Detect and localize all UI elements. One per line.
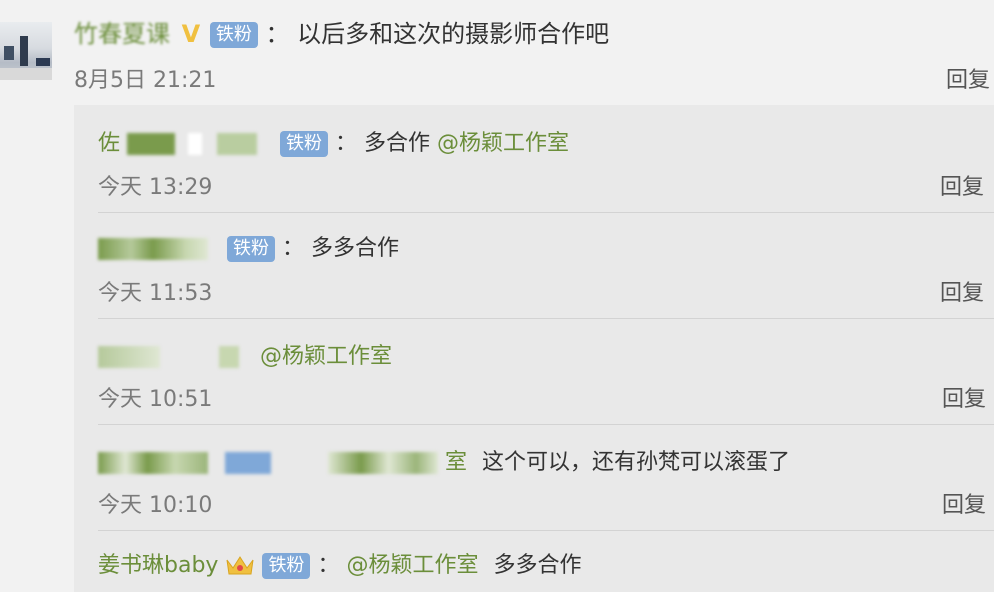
fan-badge: 铁粉	[280, 131, 329, 157]
blurred-name	[98, 452, 208, 474]
main-reply-button[interactable]: 回复	[946, 62, 990, 94]
mention-link[interactable]: @杨颖工作室	[346, 553, 478, 578]
separator: ：	[265, 20, 290, 48]
reply-text-1: 多合作	[364, 131, 431, 156]
reply-button-2[interactable]: 回复	[940, 275, 984, 307]
divider	[98, 318, 994, 319]
mention-link[interactable]: 室	[445, 450, 467, 475]
reply-text-5: 多多合作	[493, 553, 582, 578]
reply-author-1[interactable]: 佐	[98, 131, 120, 156]
blurred-name	[217, 133, 258, 155]
main-comment-line: 竹春夏课 V 铁粉 ： 以后多和这次的摄影师合作吧	[74, 14, 609, 49]
blurred-name	[225, 452, 271, 474]
reply-time-1: 今天 13:29	[98, 175, 213, 200]
reply-line-1: 佐 铁粉 ： 多合作 @杨颖工作室	[98, 125, 569, 157]
separator: ：	[282, 236, 305, 261]
blurred-name	[98, 238, 208, 260]
reply-button-4[interactable]: 回复	[942, 487, 986, 519]
blurred-name	[127, 133, 176, 155]
blurred-name	[188, 133, 203, 155]
reply-button-3[interactable]: 回复	[942, 381, 986, 413]
reply-line-5: 姜书琳baby 铁粉 ： @杨颖工作室 多多合作	[98, 547, 581, 579]
main-comment-text: 以后多和这次的摄影师合作吧	[297, 20, 610, 48]
separator: ：	[335, 131, 358, 156]
crown-icon	[225, 554, 255, 578]
reply-button-1[interactable]: 回复	[940, 169, 984, 201]
reply-time-2: 今天 11:53	[98, 281, 213, 306]
reply-time-4: 今天 10:10	[98, 493, 213, 518]
reply-time-3: 今天 10:51	[98, 387, 213, 412]
reply-line-3: @杨颖工作室	[98, 338, 392, 370]
blurred-name	[98, 346, 160, 368]
reply-author-5[interactable]: 姜书琳baby	[98, 553, 218, 578]
replies-panel: 佐 铁粉 ： 多合作 @杨颖工作室 今天 13:29 回复 铁粉 ： 多多合作 …	[74, 105, 994, 592]
fan-badge: 铁粉	[209, 22, 258, 48]
divider	[98, 424, 994, 425]
main-comment-time: 8月5日 21:21	[74, 68, 217, 93]
divider	[98, 530, 994, 531]
avatar[interactable]	[0, 22, 52, 80]
blurred-name	[328, 452, 438, 474]
reply-text-2: 多多合作	[311, 236, 400, 261]
mention-link[interactable]: @杨颖工作室	[437, 131, 569, 156]
fan-badge: 铁粉	[262, 553, 311, 579]
separator: ：	[317, 553, 340, 578]
reply-line-4: 室 这个可以，还有孙梵可以滚蛋了	[98, 444, 790, 476]
blurred-name	[219, 346, 239, 368]
fan-badge: 铁粉	[227, 236, 275, 262]
vip-icon: V	[181, 20, 201, 48]
mention-link[interactable]: @杨颖工作室	[260, 344, 392, 369]
divider	[98, 212, 994, 213]
main-comment-author[interactable]: 竹春夏课	[74, 20, 170, 48]
reply-text-4: 这个可以，还有孙梵可以滚蛋了	[482, 450, 791, 475]
reply-line-2: 铁粉 ： 多多合作	[98, 230, 399, 262]
